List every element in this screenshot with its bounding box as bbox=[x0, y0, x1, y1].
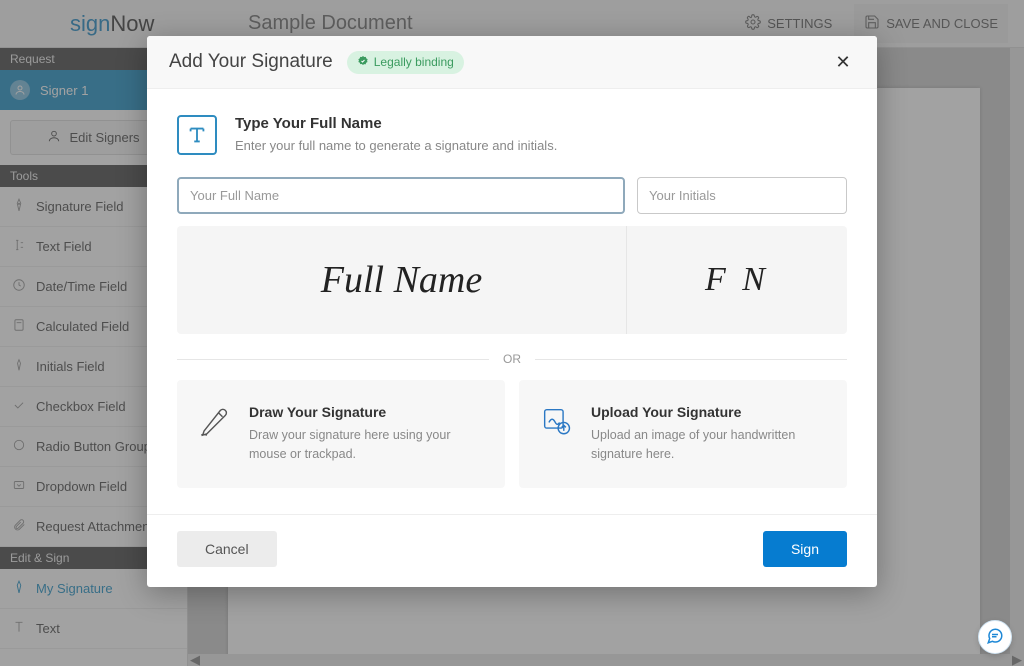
sign-button[interactable]: Sign bbox=[763, 531, 847, 567]
preview-fullname-text: Full Name bbox=[321, 258, 482, 302]
chat-fab[interactable] bbox=[978, 620, 1012, 654]
cancel-button[interactable]: Cancel bbox=[177, 531, 277, 567]
sep-line-left bbox=[177, 359, 489, 360]
type-signature-section: Type Your Full Name Enter your full name… bbox=[177, 115, 847, 155]
close-button[interactable]: ✕ bbox=[831, 50, 855, 74]
badge-label: Legally binding bbox=[374, 55, 454, 69]
check-badge-icon bbox=[357, 55, 369, 70]
draw-sub: Draw your signature here using your mous… bbox=[249, 426, 485, 464]
or-label: OR bbox=[503, 352, 521, 366]
upload-signature-card[interactable]: Upload Your Signature Upload an image of… bbox=[519, 380, 847, 488]
upload-signature-icon bbox=[539, 404, 573, 438]
modal-footer: Cancel Sign bbox=[147, 514, 877, 587]
sep-line-right bbox=[535, 359, 847, 360]
modal-overlay: Add Your Signature Legally binding ✕ Typ… bbox=[0, 0, 1024, 666]
modal-body: Type Your Full Name Enter your full name… bbox=[147, 89, 877, 488]
preview-fullname: Full Name bbox=[177, 226, 627, 334]
full-name-input[interactable] bbox=[177, 177, 625, 214]
chat-icon bbox=[986, 627, 1004, 648]
signature-preview: Full Name F N bbox=[177, 226, 847, 334]
initials-input[interactable] bbox=[637, 177, 847, 214]
modal-header: Add Your Signature Legally binding ✕ bbox=[147, 36, 877, 89]
add-signature-modal: Add Your Signature Legally binding ✕ Typ… bbox=[147, 36, 877, 587]
upload-heading: Upload Your Signature bbox=[591, 404, 827, 420]
inputs-row bbox=[177, 177, 847, 214]
modal-title: Add Your Signature bbox=[169, 51, 333, 73]
upload-sub: Upload an image of your handwritten sign… bbox=[591, 426, 827, 464]
draw-signature-card[interactable]: Draw Your Signature Draw your signature … bbox=[177, 380, 505, 488]
type-t-icon bbox=[177, 115, 217, 155]
draw-heading: Draw Your Signature bbox=[249, 404, 485, 420]
type-text-block: Type Your Full Name Enter your full name… bbox=[235, 115, 557, 153]
or-separator: OR bbox=[177, 352, 847, 366]
type-sub: Enter your full name to generate a signa… bbox=[235, 138, 557, 153]
preview-initials: F N bbox=[627, 226, 847, 334]
preview-initials-text: F N bbox=[705, 261, 769, 299]
alt-methods-row: Draw Your Signature Draw your signature … bbox=[177, 380, 847, 488]
pencil-draw-icon bbox=[197, 404, 231, 438]
legally-binding-badge: Legally binding bbox=[347, 51, 464, 74]
draw-text: Draw Your Signature Draw your signature … bbox=[249, 404, 485, 464]
type-heading: Type Your Full Name bbox=[235, 115, 557, 132]
upload-text: Upload Your Signature Upload an image of… bbox=[591, 404, 827, 464]
